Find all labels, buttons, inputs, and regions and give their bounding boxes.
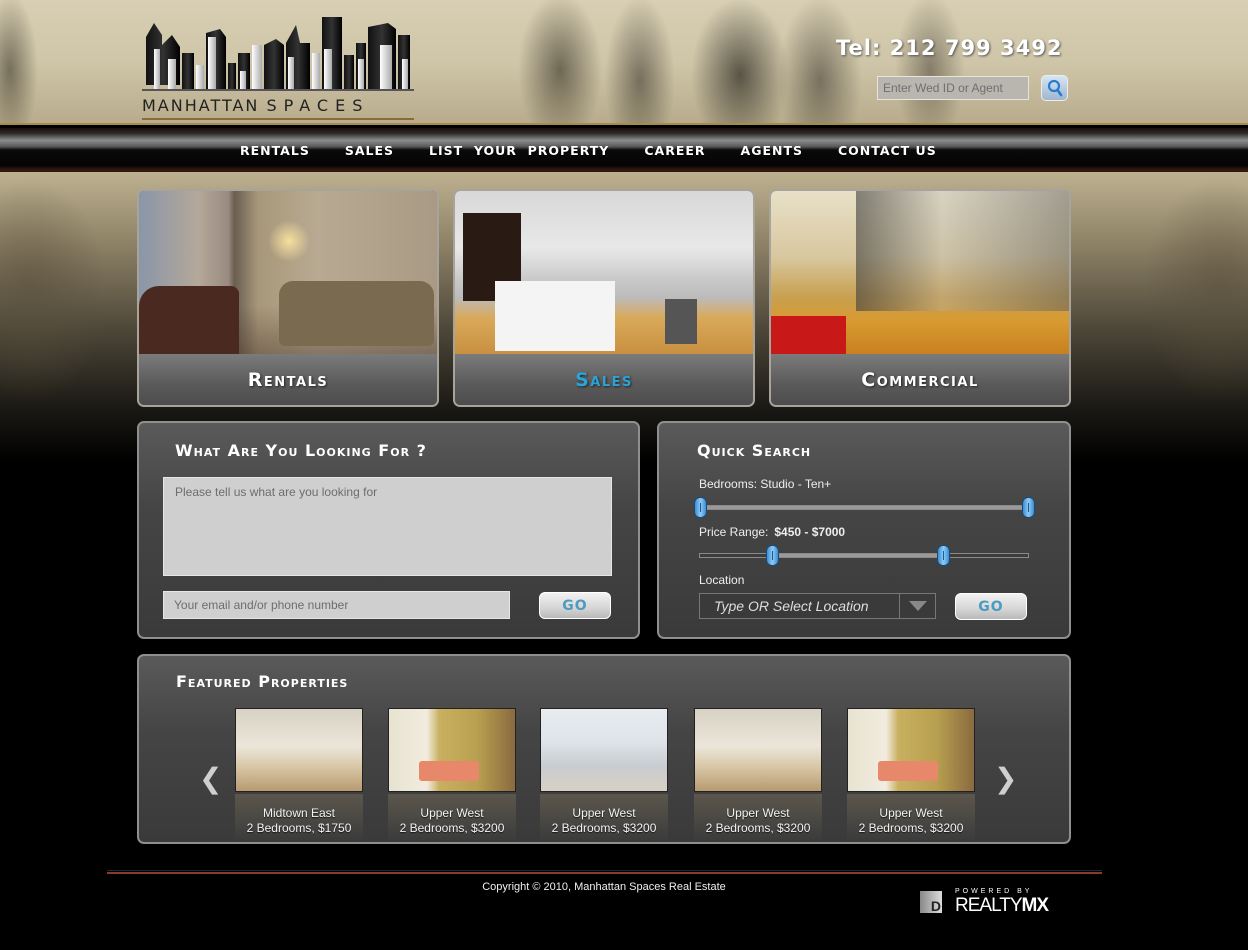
chevron-left-icon[interactable]: ❮ [199,762,222,795]
search-button[interactable] [1041,75,1068,101]
featured-property-1[interactable]: Midtown East 2 Bedrooms, $1750 [235,708,363,842]
logo-underline [142,118,414,120]
property-details: 2 Bedrooms, $3200 [858,821,964,835]
price-min-handle[interactable] [766,545,780,566]
quick-search-title: Quick Search [697,441,812,460]
glass-wall-shape [856,191,1069,311]
rentals-photo [139,191,437,356]
realtymx-wordmark-b: MX [1021,895,1049,916]
property-caption: Upper West 2 Bedrooms, $3200 [694,806,822,836]
inquiry-go-button[interactable]: GO [539,592,611,619]
realtymx-badge-icon: D [920,891,942,914]
property-details: 2 Bedrooms, $1750 [246,821,352,835]
bedrooms-slider[interactable] [694,497,1035,518]
red-carpet-shape [771,316,846,354]
property-photo [540,708,668,792]
commercial-photo [771,191,1069,354]
property-details: 2 Bedrooms, $3200 [399,821,505,835]
inquiry-panel: What Are You Looking For ? GO [137,421,640,639]
chevron-down-icon [908,601,927,611]
property-area: Upper West [572,806,636,820]
footer-divider [107,872,1102,874]
kitchen-island-shape [495,281,615,351]
nav-sales[interactable]: SALES [345,143,394,158]
bedrooms-slider-range [700,506,1028,509]
bedrooms-max-handle[interactable] [1022,497,1035,518]
location-select[interactable]: Type OR Select Location [699,593,936,619]
web-id-search-input[interactable] [877,76,1029,100]
category-card-commercial[interactable]: Commercial [769,189,1071,407]
category-card-sales[interactable]: Sales [453,189,755,407]
chevron-right-icon[interactable]: ❯ [994,762,1017,795]
price-range-slider[interactable] [699,545,1029,566]
oven-shape [665,299,697,344]
nav-career[interactable]: CAREER [644,143,705,158]
location-dropdown-button[interactable] [899,594,935,618]
price-range-value: $450 - $7000 [774,525,846,539]
featured-property-2[interactable]: Upper West 2 Bedrooms, $3200 [388,708,516,842]
property-details: 2 Bedrooms, $3200 [551,821,657,835]
property-caption: Upper West 2 Bedrooms, $3200 [388,806,516,836]
armchair-shape [139,286,239,356]
sofa-shape [279,281,434,346]
featured-property-4[interactable]: Upper West 2 Bedrooms, $3200 [694,708,822,842]
category-label-sales: Sales [455,354,753,405]
main-navigation: RENTALS SALES LIST YOUR PROPERTY CAREER … [240,143,972,158]
location-select-value: Type OR Select Location [714,598,869,614]
property-photo [235,708,363,792]
property-area: Upper West [420,806,484,820]
featured-property-3[interactable]: Upper West 2 Bedrooms, $3200 [540,708,668,842]
property-caption: Upper West 2 Bedrooms, $3200 [847,806,975,836]
logo-word-2: SPACES [266,96,370,115]
logo-wordmark: MANHATTAN SPACES [142,96,369,115]
bedrooms-label: Bedrooms: Studio - Ten+ [699,477,832,491]
powered-by-label: POWERED BY [955,888,1033,895]
price-range-label: Price Range: $450 - $7000 [699,525,845,539]
contact-info-input[interactable] [163,591,510,619]
property-caption: Midtown East 2 Bedrooms, $1750 [235,806,363,836]
sofa-shape [878,761,938,781]
price-max-handle[interactable] [936,545,950,566]
property-photo [694,708,822,792]
featured-properties-panel: Featured Properties ❮ ❯ Midtown East 2 Be… [137,654,1071,844]
property-photo [847,708,975,792]
header-divider [0,123,1248,125]
featured-title: Featured Properties [176,672,349,691]
property-area: Upper West [726,806,790,820]
telephone-number: Tel: 212 799 3492 [836,36,1063,60]
sales-photo [455,191,753,354]
property-area: Midtown East [262,806,336,820]
property-photo [388,708,516,792]
property-details: 2 Bedrooms, $3200 [705,821,811,835]
nav-list-your-property[interactable]: LIST YOUR PROPERTY [429,143,609,158]
inquiry-title: What Are You Looking For ? [175,441,427,460]
search-icon [1047,79,1062,97]
location-label: Location [699,573,745,587]
featured-property-5[interactable]: Upper West 2 Bedrooms, $3200 [847,708,975,842]
footer-divider-top [107,870,1102,871]
quick-search-panel: Quick Search Bedrooms: Studio - Ten+ Pri… [657,421,1071,639]
realtymx-wordmark-a: REALTY [955,895,1023,916]
quick-search-go-button[interactable]: GO [955,593,1027,620]
property-area: Upper West [879,806,943,820]
category-label-commercial: Commercial [771,354,1069,405]
bedrooms-min-handle[interactable] [694,497,707,518]
nav-agents[interactable]: AGENTS [741,143,803,158]
sofa-shape [419,761,479,781]
property-caption: Upper West 2 Bedrooms, $3200 [540,806,668,836]
inquiry-message-input[interactable] [163,477,612,576]
logo-word-1: MANHATTAN [142,96,260,115]
nav-contact-us[interactable]: CONTACT US [838,143,937,158]
nav-rentals[interactable]: RENTALS [240,143,310,158]
price-range-caption: Price Range: [699,525,769,539]
category-label-rentals: Rentals [139,354,437,405]
price-slider-range [772,554,943,557]
category-card-rentals[interactable]: Rentals [137,189,439,407]
realtymx-wordmark: REALTYMX [955,895,1049,917]
